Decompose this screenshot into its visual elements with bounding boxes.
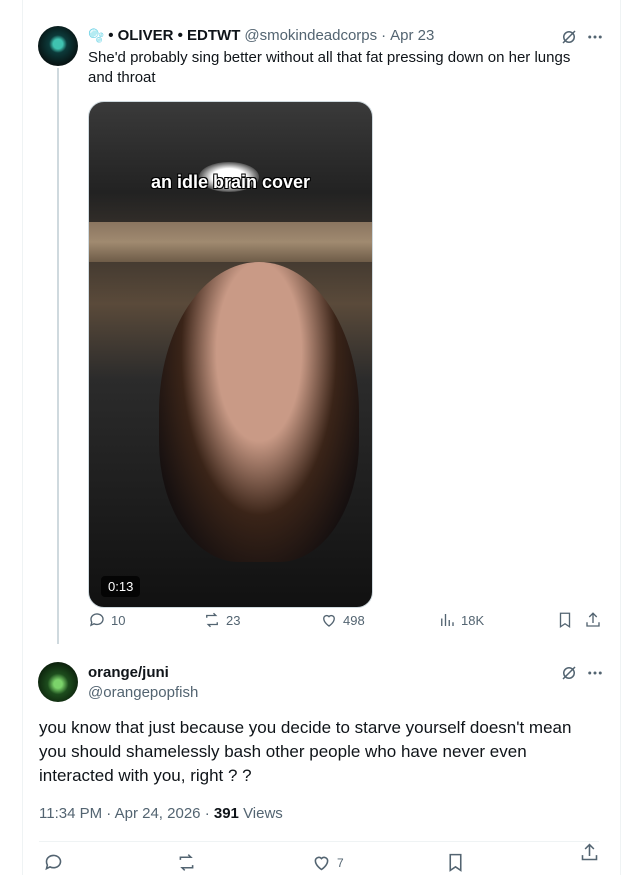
reply-button[interactable]: 10: [88, 611, 125, 629]
handle[interactable]: @smokindeadcorps: [244, 27, 377, 44]
views-count: 18K: [461, 612, 485, 628]
reply-count: 10: [111, 612, 126, 628]
video-caption: an idle brain cover: [150, 172, 311, 192]
background-shelf: [89, 222, 372, 262]
separator-dot: ·: [106, 805, 112, 822]
divider: [39, 841, 599, 842]
display-name[interactable]: orange/juni: [88, 664, 169, 681]
like-icon: [314, 856, 329, 871]
tweet-date[interactable]: Apr 23: [390, 27, 434, 44]
grok-icon[interactable]: [558, 26, 580, 48]
display-name[interactable]: • OLIVER • EDTWT: [108, 27, 240, 44]
handle[interactable]: @orangepopfish: [88, 684, 198, 701]
share-button[interactable]: [584, 611, 602, 629]
like-icon: [323, 614, 335, 627]
repost-icon: [206, 612, 218, 628]
avatar[interactable]: [38, 662, 78, 702]
repost-icon: [179, 854, 194, 871]
bubbles-emoji: 🫧: [88, 27, 105, 43]
video-player[interactable]: an idle brain cover 0:13: [88, 101, 373, 608]
share-button[interactable]: [579, 842, 600, 863]
avatar[interactable]: [38, 26, 78, 66]
video-duration: 0:13: [101, 576, 141, 597]
separator-dot: ·: [204, 805, 210, 822]
share-icon: [581, 843, 598, 861]
bookmark-button[interactable]: [445, 852, 466, 873]
bookmark-icon: [559, 612, 571, 629]
reply-icon: [45, 854, 62, 871]
views-button[interactable]: 18K: [438, 611, 484, 629]
views-label: Views: [243, 805, 283, 822]
repost-button[interactable]: [176, 852, 197, 873]
like-button[interactable]: 7: [311, 852, 344, 873]
separator-dot: ·: [381, 27, 387, 44]
reply-icon: [89, 613, 104, 627]
tweet-header: orange/juni: [88, 664, 169, 681]
tweet-metadata: 11:34 PM · Apr 24, 2026 · 391 Views: [39, 805, 283, 822]
reply-button[interactable]: [43, 852, 64, 873]
more-icon[interactable]: [584, 662, 606, 684]
share-icon: [586, 612, 600, 627]
bookmark-button[interactable]: [556, 611, 574, 629]
thread-connector-line: [57, 68, 59, 644]
tweet-header: 🫧 • OLIVER • EDTWT @smokindeadcorps · Ap…: [88, 27, 434, 44]
bookmark-icon: [449, 853, 462, 872]
like-count: 7: [337, 855, 344, 870]
like-button[interactable]: 498: [320, 611, 365, 629]
video-subject: [159, 262, 359, 562]
tweet-time[interactable]: 11:34 PM: [39, 805, 102, 822]
handle-row: @orangepopfish: [88, 684, 198, 701]
views-count: 391: [213, 805, 239, 822]
repost-count: 23: [226, 612, 241, 628]
more-icon[interactable]: [584, 26, 606, 48]
views-icon: [441, 614, 454, 626]
focus-tweet-actions: 7: [39, 843, 604, 875]
tweet-text: She'd probably sing better without all t…: [88, 49, 571, 86]
grok-icon[interactable]: [558, 662, 580, 684]
repost-button[interactable]: 23: [203, 611, 240, 629]
like-count: 498: [343, 612, 365, 628]
tweet-text: you know that just because you decide to…: [39, 718, 572, 785]
tweet-date[interactable]: Apr 24, 2026: [115, 805, 201, 822]
